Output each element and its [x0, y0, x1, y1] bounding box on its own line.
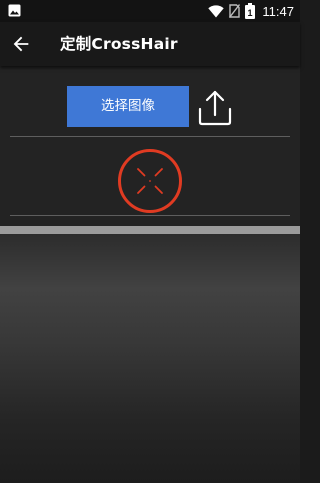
status-icons: 1 11:47 — [208, 0, 294, 22]
image-notification-icon — [8, 4, 21, 17]
upload-icon[interactable] — [195, 88, 235, 128]
battery-level-text: 1 — [248, 8, 253, 18]
battery-icon: 1 — [245, 3, 256, 19]
no-sim-icon — [229, 4, 241, 18]
preview-area — [0, 234, 300, 483]
wifi-icon — [208, 4, 225, 17]
divider — [10, 215, 290, 216]
divider — [10, 136, 290, 137]
toolbar: 定制CrossHair — [0, 22, 300, 66]
crosshair-editor: 选择图像 — [0, 66, 300, 226]
panel-splitter[interactable] — [0, 226, 300, 234]
page-title: 定制CrossHair — [60, 35, 178, 53]
crosshair-preview[interactable] — [116, 147, 184, 215]
clock: 11:47 — [262, 3, 294, 19]
arrow-back-icon[interactable] — [10, 33, 32, 55]
choose-image-button[interactable]: 选择图像 — [67, 86, 189, 127]
status-bar: 1 11:47 — [0, 0, 300, 22]
